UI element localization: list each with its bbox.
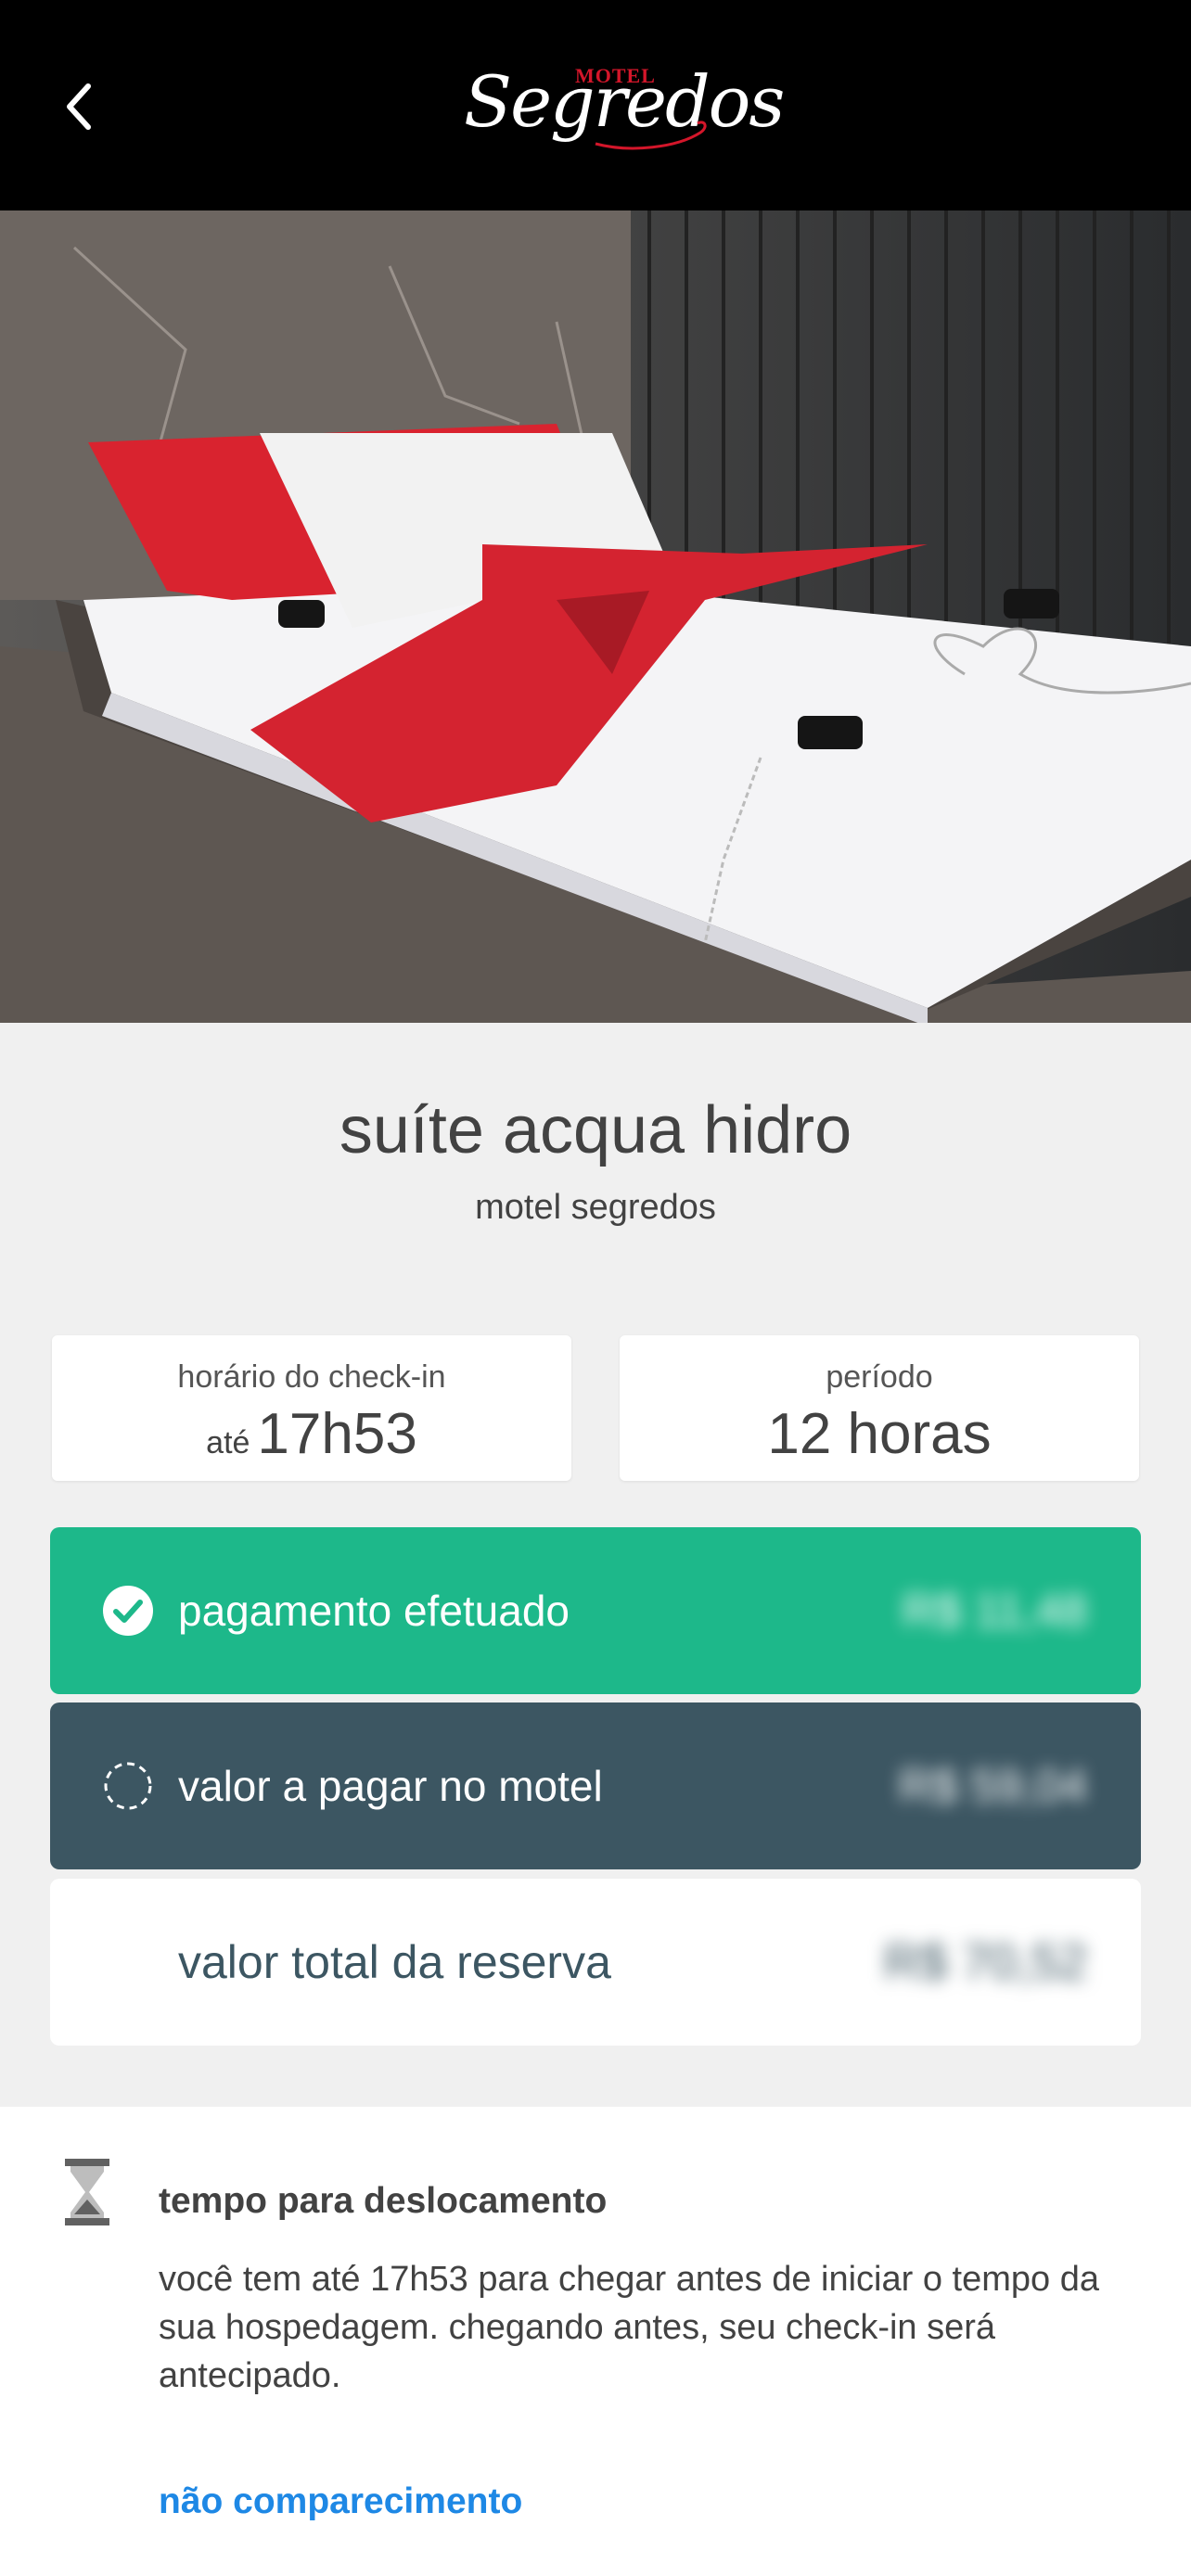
paid-amount: R$ 11,48 — [902, 1585, 1087, 1637]
app-header: Segredos MOTEL — [0, 0, 1191, 210]
reservation-total-row: valor total da reserva R$ 70,52 — [50, 1879, 1141, 2046]
suite-title: suíte acqua hidro — [339, 1093, 852, 1167]
total-label: valor total da reserva — [178, 1936, 611, 1988]
logo-swoosh — [595, 121, 707, 150]
no-show-link[interactable]: não comparecimento — [159, 2481, 522, 2522]
paid-label: pagamento efetuado — [178, 1587, 570, 1635]
hourglass-icon — [65, 2159, 109, 2225]
logo-motel-label: MOTEL — [575, 64, 656, 87]
period-card: período 12 horas — [620, 1335, 1139, 1481]
checkin-card: horário do check-in até 17h53 — [52, 1335, 571, 1481]
motel-name: motel segredos — [475, 1188, 716, 1228]
bed-image — [0, 210, 1191, 1023]
period-value: 12 horas — [767, 1402, 992, 1466]
period-label: período — [826, 1359, 933, 1395]
motel-logo: Segredos MOTEL — [455, 51, 785, 162]
payment-paid-row: pagamento efetuado R$ 11,48 — [50, 1527, 1141, 1694]
due-amount: R$ 59,04 — [899, 1760, 1087, 1812]
travel-text: você tem até 17h53 para chegar antes de … — [159, 2260, 1099, 2395]
back-button[interactable] — [51, 74, 107, 139]
checkin-time: 17h53 — [257, 1402, 417, 1466]
dashed-circle-icon — [104, 1762, 152, 1810]
suite-photo — [0, 210, 1191, 1023]
suite-header: suíte acqua hidro motel segredos — [0, 1093, 1191, 1228]
travel-info-section: tempo para deslocamento você tem até 17h… — [0, 2107, 1191, 2576]
travel-title: tempo para deslocamento — [159, 2181, 608, 2221]
payment-due-row: valor a pagar no motel R$ 59,04 — [50, 1702, 1141, 1869]
due-label: valor a pagar no motel — [178, 1762, 603, 1810]
checkin-label: horário do check-in — [177, 1359, 446, 1395]
chevron-left-icon — [67, 83, 91, 130]
checkin-prefix: até — [206, 1425, 250, 1460]
checkin-value: até 17h53 — [52, 1401, 571, 1467]
check-circle-icon — [103, 1586, 153, 1636]
total-amount: R$ 70,52 — [883, 1934, 1087, 1990]
